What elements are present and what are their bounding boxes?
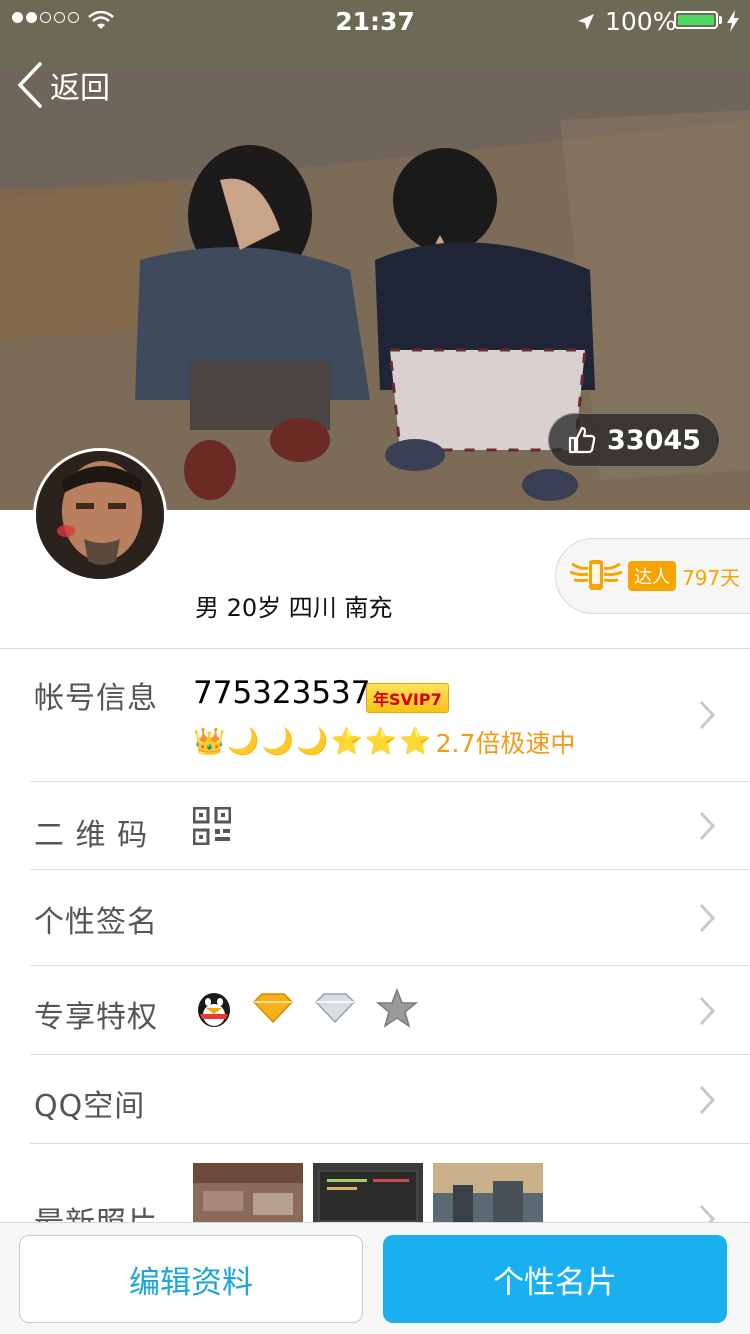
- privilege-icons: [196, 988, 418, 1028]
- battery-percent: 100%: [605, 7, 677, 36]
- chevron-right-icon: [699, 700, 716, 730]
- crown-icon: 👑: [193, 727, 226, 757]
- star-icon: ⭐: [330, 727, 363, 757]
- status-bar: 21:37 100%: [0, 0, 750, 40]
- qrcode-icon: [193, 807, 231, 845]
- account-info-row[interactable]: 帐号信息: [0, 649, 750, 781]
- expert-days: 797天: [682, 565, 741, 590]
- location-arrow-icon: [576, 9, 596, 38]
- moon-icon: 🌙: [261, 727, 295, 757]
- expert-badge[interactable]: 达人 797天: [555, 538, 750, 614]
- edit-profile-button[interactable]: 编辑资料: [19, 1235, 363, 1323]
- moon-icon: 🌙: [296, 727, 329, 757]
- moon-icon: 🌙: [227, 727, 260, 757]
- like-count: 33045: [607, 424, 701, 456]
- chevron-right-icon: [699, 996, 716, 1026]
- like-button[interactable]: 33045: [548, 413, 720, 467]
- qrcode-label: 二 维 码: [34, 818, 149, 853]
- chevron-right-icon: [699, 811, 716, 841]
- chevron-right-icon: [699, 1085, 716, 1115]
- svip-badge: 年SVIP7: [366, 683, 449, 713]
- photo-thumbnail[interactable]: [433, 1163, 543, 1225]
- avatar-image: [36, 451, 164, 579]
- thumbs-up-icon: [568, 426, 596, 454]
- user-demographics: 男 20岁 四川 南充: [195, 594, 393, 622]
- qzone-row[interactable]: QQ空间: [0, 1055, 750, 1143]
- avatar[interactable]: [33, 448, 167, 582]
- photo-thumbnail[interactable]: [193, 1163, 303, 1225]
- cover-photo[interactable]: 21:37 100% 返回 33045: [0, 0, 750, 510]
- chevron-left-icon: [17, 62, 42, 108]
- charging-icon: [726, 9, 740, 38]
- battery-icon: [674, 11, 718, 29]
- personal-card-button[interactable]: 个性名片: [383, 1235, 727, 1323]
- signature-label: 个性签名: [34, 905, 158, 940]
- signature-row[interactable]: 个性签名: [0, 870, 750, 965]
- star-icon: ⭐: [364, 727, 398, 757]
- back-button[interactable]: 返回: [16, 62, 110, 108]
- star-icon: ⭐: [399, 727, 432, 757]
- chevron-right-icon: [699, 1204, 716, 1222]
- account-info-label: 帐号信息: [34, 681, 158, 716]
- qq-number: 775323537: [193, 675, 371, 711]
- chevron-right-icon: [699, 903, 716, 933]
- privileges-label: 专享特权: [34, 1000, 158, 1035]
- photo-thumbnail[interactable]: [313, 1163, 423, 1225]
- back-label: 返回: [50, 71, 110, 106]
- latest-photos-label: 最新照片: [34, 1198, 158, 1222]
- gold-diamond-icon: [252, 993, 294, 1024]
- level-icons: 👑 🌙 🌙 🌙 ⭐ ⭐ ⭐ 2.7倍极速中: [193, 724, 575, 760]
- qq-penguin-icon: [198, 993, 230, 1027]
- qzone-label: QQ空间: [34, 1089, 146, 1124]
- bottom-action-bar: 编辑资料 个性名片: [0, 1222, 750, 1334]
- qrcode-row[interactable]: 二 维 码: [0, 782, 750, 869]
- gray-star-icon: [376, 988, 418, 1028]
- expert-label: 达人: [628, 561, 676, 591]
- silver-diamond-icon: [314, 993, 356, 1024]
- winged-phone-icon: [570, 560, 622, 590]
- speed-text: 2.7倍极速中: [435, 729, 576, 758]
- latest-photos: [193, 1163, 543, 1225]
